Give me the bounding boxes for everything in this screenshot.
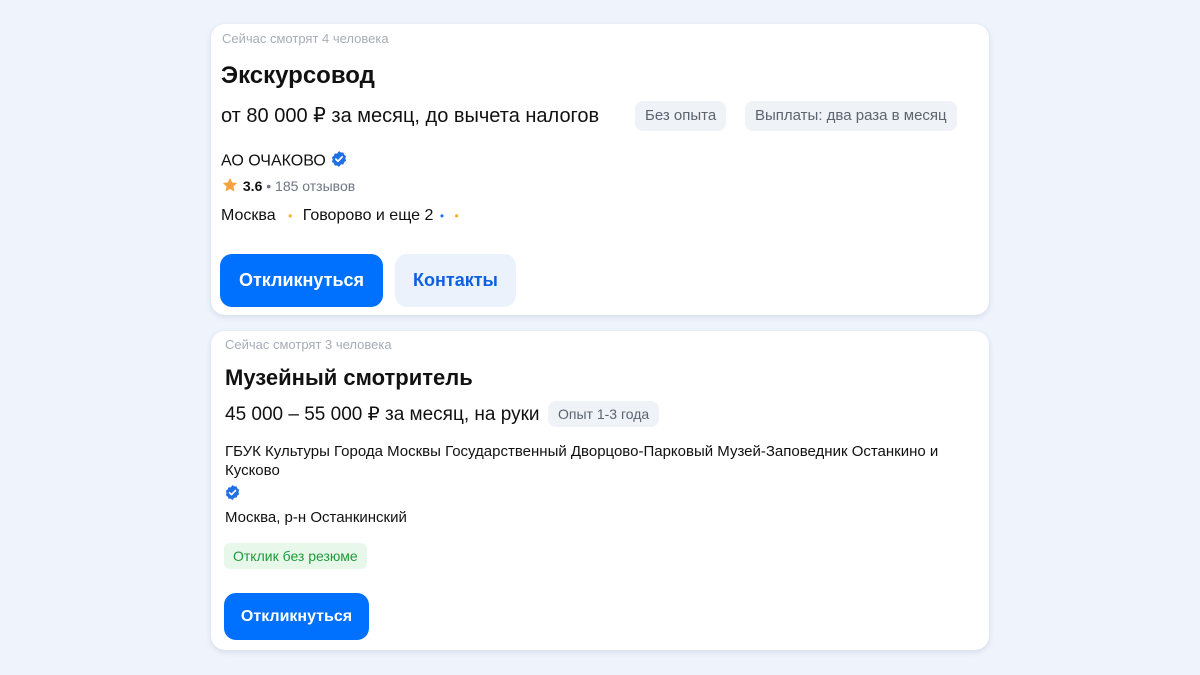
rating-row: 3.6 • 185 отзывов	[221, 176, 355, 197]
verified-icon	[330, 150, 348, 173]
rating-value: 3.6	[242, 178, 263, 194]
metro-station: Говорово и еще 2	[302, 207, 434, 224]
apply-button[interactable]: Откликнуться	[220, 254, 383, 307]
viewers-count: Сейчас смотрят 3 человека	[225, 337, 392, 352]
company-name-line[interactable]: ГБУК Культуры Города Москвы Государствен…	[225, 443, 938, 460]
city: Москва	[221, 207, 276, 224]
experience-tag: Без опыта	[635, 101, 727, 131]
metro-line-dot: •	[439, 209, 445, 223]
company-name-line[interactable]: Кусково	[225, 462, 280, 479]
metro-line-dot: •	[288, 209, 293, 223]
experience-tag: Опыт 1-3 года	[548, 401, 660, 427]
vacancy-title[interactable]: Экскурсовод	[221, 62, 375, 90]
viewers-count: Сейчас смотрят 4 человека	[222, 31, 389, 46]
company-name[interactable]: АО ОЧАКОВО	[221, 153, 326, 170]
salary: от 80 000 ₽ за месяц, до вычета налогов	[221, 105, 600, 127]
metro-line-dot: •	[454, 209, 459, 223]
apply-button[interactable]: Откликнуться	[224, 593, 369, 640]
no-resume-badge: Отклик без резюме	[224, 543, 367, 569]
vacancy-card[interactable]: Сейчас смотрят 3 человека Музейный смотр…	[211, 331, 989, 650]
payments-tag: Выплаты: два раза в месяц	[745, 101, 957, 131]
address: Москва, р-н Останкинский	[225, 509, 407, 526]
verified-icon	[224, 484, 241, 506]
vacancy-title[interactable]: Музейный смотритель	[225, 365, 473, 391]
reviews-link[interactable]: 185 отзывов	[275, 178, 355, 194]
company-row: АО ОЧАКОВО	[221, 150, 348, 173]
salary: 45 000 – 55 000 ₽ за месяц, на руки	[225, 404, 540, 425]
vacancy-card[interactable]: Сейчас смотрят 4 человека Экскурсовод от…	[211, 24, 989, 315]
star-icon	[221, 176, 239, 197]
location-row: Москва • Говорово и еще 2 • •	[221, 207, 459, 225]
contacts-button[interactable]: Контакты	[395, 254, 516, 307]
